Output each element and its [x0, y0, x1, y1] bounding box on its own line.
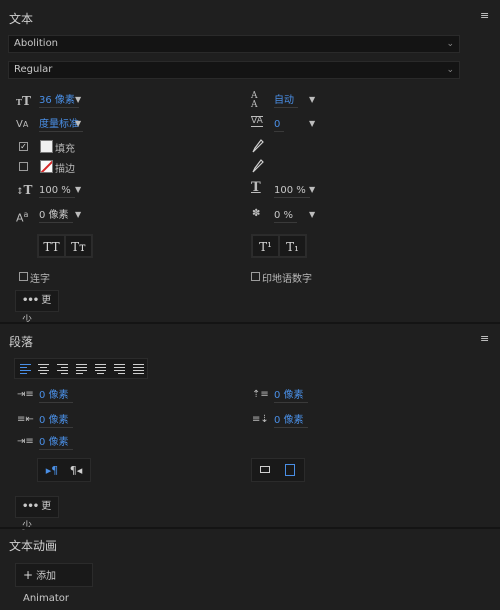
space-before-value[interactable]: 0 像素	[274, 389, 308, 403]
fill-eyedropper-icon[interactable]	[252, 139, 264, 153]
font-size-icon: TT	[16, 94, 31, 108]
tsume-icon: ✽	[252, 208, 261, 219]
stroke-eyedropper-icon[interactable]	[252, 159, 264, 173]
text-panel-menu-icon[interactable]: ≡	[480, 9, 489, 22]
text-panel-title: 文本	[9, 12, 34, 26]
ligatures-label: 连字	[30, 274, 50, 285]
indent-right-icon: ≡⇤	[17, 414, 34, 425]
chevron-down-icon: ⌄	[446, 39, 454, 49]
indent-left-value[interactable]: 0 像素	[39, 389, 73, 403]
paragraph-alignment-group	[14, 358, 148, 379]
font-size-dropdown[interactable]: ▼	[75, 94, 81, 106]
justify-last-left-icon[interactable]	[74, 362, 89, 376]
justify-last-center-icon[interactable]	[93, 362, 108, 376]
horizontal-scale-dropdown[interactable]: ▼	[309, 184, 315, 196]
single-line-composer-icon[interactable]	[260, 466, 270, 473]
align-center-icon[interactable]	[36, 362, 51, 376]
space-before-icon: ⇡≡	[252, 389, 269, 400]
indent-right-value[interactable]: 0 像素	[39, 414, 73, 428]
more-dots-icon: •••	[22, 501, 39, 512]
font-size-value[interactable]: 36 像素	[39, 94, 79, 108]
text-less-button[interactable]: ••• 更少	[15, 290, 59, 326]
leading-icon: AA	[251, 91, 258, 110]
font-style-value: Regular	[14, 64, 53, 75]
kerning-dropdown[interactable]: ▼	[75, 118, 81, 130]
font-family-select[interactable]: Abolition ⌄	[8, 35, 460, 53]
hindi-digits-checkbox[interactable]	[251, 272, 260, 281]
horizontal-scale-icon: T	[251, 180, 261, 195]
stroke-label: 描边	[55, 164, 75, 175]
more-dots-icon: •••	[22, 295, 39, 306]
plus-icon: +	[23, 568, 34, 582]
every-line-composer-icon[interactable]	[285, 464, 295, 476]
paragraph-panel-menu-icon[interactable]: ≡	[480, 332, 489, 345]
leading-dropdown[interactable]: ▼	[309, 94, 315, 106]
justify-last-right-icon[interactable]	[112, 362, 127, 376]
superscript-button[interactable]: T¹	[252, 235, 279, 257]
ligatures-checkbox[interactable]	[19, 272, 28, 281]
section-divider	[0, 527, 500, 529]
horizontal-scale-value[interactable]: 100 %	[274, 184, 310, 198]
text-direction-group: ▸¶ ¶◂	[37, 458, 91, 482]
space-after-icon: ≡⇣	[252, 414, 269, 425]
kerning-icon: VA	[16, 119, 29, 130]
first-line-indent-icon: ⇥≡	[17, 436, 34, 447]
font-style-select[interactable]: Regular ⌄	[8, 61, 460, 79]
fill-label: 填充	[55, 144, 75, 155]
align-left-icon[interactable]	[18, 362, 33, 376]
paragraph-less-button[interactable]: •••更少	[15, 496, 59, 532]
hindi-digits-label: 印地语数字	[262, 274, 312, 285]
vertical-scale-dropdown[interactable]: ▼	[75, 184, 81, 196]
composer-group	[251, 458, 305, 482]
tracking-dropdown[interactable]: ▼	[309, 118, 315, 130]
fill-checkbox[interactable]: ✓	[19, 142, 28, 151]
tracking-value[interactable]: 0	[274, 118, 285, 132]
section-divider	[0, 322, 500, 324]
baseline-shift-icon: Aa	[16, 210, 29, 225]
all-caps-button[interactable]: TT	[38, 235, 65, 257]
stroke-checkbox[interactable]	[19, 162, 28, 171]
ltr-direction-icon[interactable]: ▸¶	[42, 463, 62, 478]
align-right-icon[interactable]	[55, 362, 70, 376]
tracking-icon: VA	[251, 116, 263, 127]
subscript-button[interactable]: T₁	[279, 235, 306, 257]
baseline-shift-dropdown[interactable]: ▼	[75, 209, 81, 221]
tsume-dropdown[interactable]: ▼	[309, 209, 315, 221]
leading-value[interactable]: 自动	[274, 94, 298, 108]
stroke-color-swatch[interactable]	[40, 160, 53, 173]
first-line-indent-value[interactable]: 0 像素	[39, 436, 73, 450]
paragraph-panel-title: 段落	[9, 335, 34, 349]
rtl-direction-icon[interactable]: ¶◂	[66, 463, 86, 478]
font-family-value: Abolition	[14, 38, 59, 49]
baseline-shift-value[interactable]: 0 像素	[39, 209, 73, 223]
vertical-scale-icon: ↕T	[16, 183, 33, 197]
tsume-value[interactable]: 0 %	[274, 209, 298, 223]
vertical-scale-value[interactable]: 100 %	[39, 184, 75, 198]
animation-panel-title: 文本动画	[9, 539, 58, 553]
space-after-value[interactable]: 0 像素	[274, 414, 308, 428]
chevron-down-icon: ⌄	[446, 65, 454, 75]
indent-left-icon: ⇥≡	[17, 389, 34, 400]
fill-color-swatch[interactable]	[40, 140, 53, 153]
small-caps-button[interactable]: Tт	[65, 235, 92, 257]
justify-all-icon[interactable]	[131, 362, 146, 376]
add-animator-button[interactable]: + 添加 Animator	[15, 563, 93, 604]
